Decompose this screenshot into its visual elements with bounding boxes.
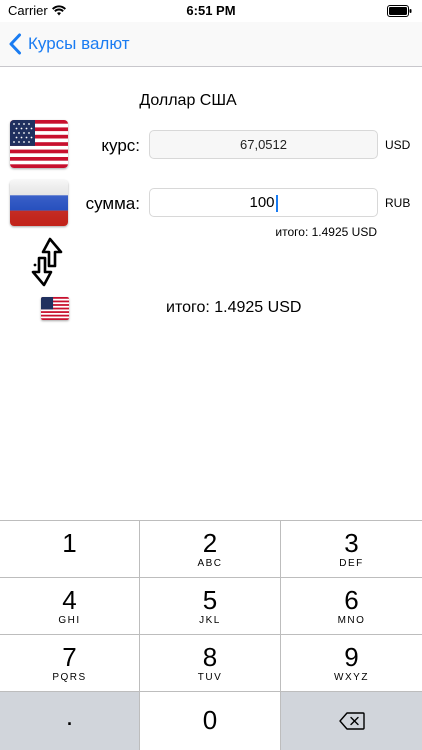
key-letters: DEF [339, 558, 364, 569]
key-number: 3 [344, 528, 359, 558]
key-2[interactable]: 2 ABC [140, 521, 281, 578]
amount-input[interactable]: 100 [149, 188, 378, 217]
swap-arrows-icon[interactable] [28, 236, 66, 288]
key-4[interactable]: 4 GHI [0, 578, 140, 635]
key-9[interactable]: 9 WXYZ [281, 635, 422, 692]
status-bar: Carrier 6:51 PM [0, 0, 422, 22]
key-7[interactable]: 7 PQRS [0, 635, 140, 692]
key-number: 9 [344, 642, 359, 672]
key-letters: GHI [58, 615, 81, 626]
rate-label: курс: [101, 136, 140, 155]
ru-flag-icon [10, 180, 68, 226]
amount-value: 100 [249, 194, 275, 211]
key-letters: PQRS [52, 672, 87, 683]
rate-unit: USD [385, 138, 411, 152]
decimal-key[interactable]: . [0, 692, 140, 750]
amount-label: сумма: [85, 194, 140, 213]
us-flag-icon [41, 297, 69, 320]
decimal-label: . [65, 701, 74, 731]
key-number: 5 [202, 585, 218, 615]
key-number: 0 [202, 705, 218, 735]
key-number: 6 [344, 585, 359, 615]
delete-icon [338, 712, 365, 730]
key-number: 4 [62, 585, 77, 615]
amount-unit: RUB [385, 196, 411, 210]
currency-title: Доллар США [139, 92, 237, 109]
key-number: 7 [62, 642, 77, 672]
navigation-bar: Курсы валют [0, 22, 422, 67]
key-letters: MNO [337, 615, 366, 626]
rate-value: 67,0512 [240, 137, 287, 152]
key-number: 2 [202, 528, 218, 558]
key-number: 8 [202, 642, 218, 672]
battery-icon [387, 5, 412, 17]
key-letters: ABC [197, 558, 223, 569]
back-button[interactable]: Курсы валют [8, 30, 130, 58]
back-label: Курсы валют [28, 34, 130, 53]
text-caret [275, 194, 278, 212]
total-result: итого: 1.4925 USD [166, 299, 302, 316]
key-letters: JKL [199, 615, 221, 626]
numeric-keypad: 1 2 ABC 3 DEF 4 GHI 5 JKL 6 MNO 7 PQRS 8 [0, 520, 422, 750]
us-flag-icon [10, 120, 68, 168]
key-5[interactable]: 5 JKL [140, 578, 281, 635]
key-3[interactable]: 3 DEF [281, 521, 422, 578]
key-letters: WXYZ [334, 672, 369, 683]
key-1[interactable]: 1 [0, 521, 140, 578]
key-8[interactable]: 8 TUV [140, 635, 281, 692]
key-number: 1 [62, 528, 77, 558]
screen: Carrier 6:51 PM Курсы валют Доллар США к… [0, 0, 422, 750]
key-6[interactable]: 6 MNO [281, 578, 422, 635]
rate-field[interactable]: 67,0512 [149, 130, 378, 159]
key-letters: TUV [197, 672, 223, 683]
key-0[interactable]: 0 [140, 692, 281, 750]
delete-key[interactable] [281, 692, 422, 750]
clock: 6:51 PM [186, 3, 236, 18]
inline-total: итого: 1.4925 USD [275, 225, 377, 239]
back-chevron-icon [9, 33, 21, 55]
